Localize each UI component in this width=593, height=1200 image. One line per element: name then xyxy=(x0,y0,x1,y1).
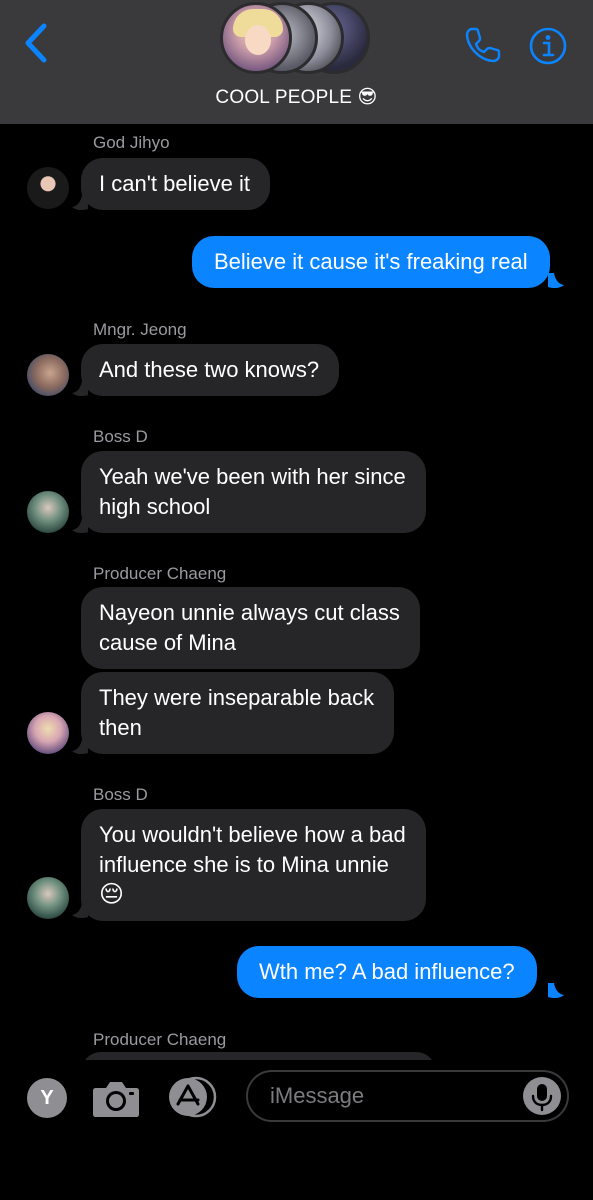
sender-name: Producer Chaeng xyxy=(93,1030,227,1049)
group-name[interactable]: COOL PEOPLE 😎 xyxy=(0,86,593,109)
message-text: then xyxy=(99,715,142,740)
avatar[interactable] xyxy=(27,491,69,533)
message-text: I can't believe it xyxy=(99,171,250,196)
message-text: You wouldn't believe how a bad xyxy=(99,822,406,847)
message-list[interactable]: God Jihyo I can't believe it Believe it … xyxy=(0,124,593,1060)
compose-bar: Y xyxy=(0,1060,593,1200)
message-bubble[interactable]: Believe it cause it's freaking real xyxy=(192,236,550,288)
bubble-tail xyxy=(72,195,88,211)
bubble-tail xyxy=(72,739,88,755)
group-avatar xyxy=(220,2,292,74)
bubble-tail xyxy=(72,903,88,919)
apps-drawer-button[interactable]: Y xyxy=(27,1078,67,1118)
sender-name: Producer Chaeng xyxy=(93,564,227,583)
message-text: cause of Mina xyxy=(99,630,236,655)
message-text: They were inseparable back xyxy=(99,685,375,710)
bubble-tail xyxy=(72,518,88,534)
message-text: Believe it cause it's freaking real xyxy=(214,249,528,274)
dictation-button[interactable] xyxy=(523,1077,561,1115)
message-text: Nayeon unnie always cut class xyxy=(99,600,400,625)
message-bubble[interactable]: And these two knows? xyxy=(81,344,340,396)
message-bubble[interactable]: Yeah we've been with her since high scho… xyxy=(81,451,426,533)
phone-icon xyxy=(465,27,501,63)
bubble-tail xyxy=(548,983,564,999)
message-text: Wth me? A bad influence? xyxy=(259,959,515,984)
back-button[interactable] xyxy=(20,22,54,64)
app-store-icon xyxy=(169,1076,217,1118)
sender-name: Boss D xyxy=(93,427,148,446)
message-bubble[interactable]: I can't believe it xyxy=(81,158,270,210)
message-bubble[interactable]: Nayeon unnie always cut class cause of M… xyxy=(81,587,420,669)
message-text: Yeah we've been with her since xyxy=(99,464,406,489)
message-input[interactable] xyxy=(270,1072,510,1120)
avatar[interactable] xyxy=(27,877,69,919)
chevron-left-icon xyxy=(25,23,47,63)
message-bubble[interactable] xyxy=(81,1052,436,1060)
message-text: influence she is to Mina unnie xyxy=(99,852,389,877)
camera-button[interactable] xyxy=(92,1078,140,1118)
sender-name: Mngr. Jeong xyxy=(93,320,187,339)
camera-icon xyxy=(93,1082,139,1117)
sender-name: Boss D xyxy=(93,785,148,804)
message-text: high school xyxy=(99,494,211,519)
app-store-button[interactable] xyxy=(168,1076,224,1118)
message-text: And these two knows? xyxy=(99,357,320,382)
emoji: 😔 xyxy=(99,881,125,908)
imessage-field[interactable] xyxy=(246,1070,569,1122)
message-bubble[interactable]: Wth me? A bad influence? xyxy=(237,946,537,998)
message-bubble[interactable]: You wouldn't believe how a bad influence… xyxy=(81,809,426,921)
microphone-icon xyxy=(531,1084,553,1112)
group-avatar-stack[interactable] xyxy=(220,2,370,76)
message-bubble[interactable]: They were inseparable back then xyxy=(81,672,395,754)
avatar[interactable] xyxy=(27,167,69,209)
avatar[interactable] xyxy=(27,712,69,754)
bubble-tail xyxy=(72,381,88,397)
sender-name: God Jihyo xyxy=(93,133,170,152)
info-button[interactable] xyxy=(528,26,568,66)
info-icon xyxy=(529,27,567,65)
avatar[interactable] xyxy=(27,354,69,396)
call-button[interactable] xyxy=(462,24,504,66)
bubble-tail xyxy=(548,273,564,289)
conversation-header: COOL PEOPLE 😎 xyxy=(0,0,593,124)
